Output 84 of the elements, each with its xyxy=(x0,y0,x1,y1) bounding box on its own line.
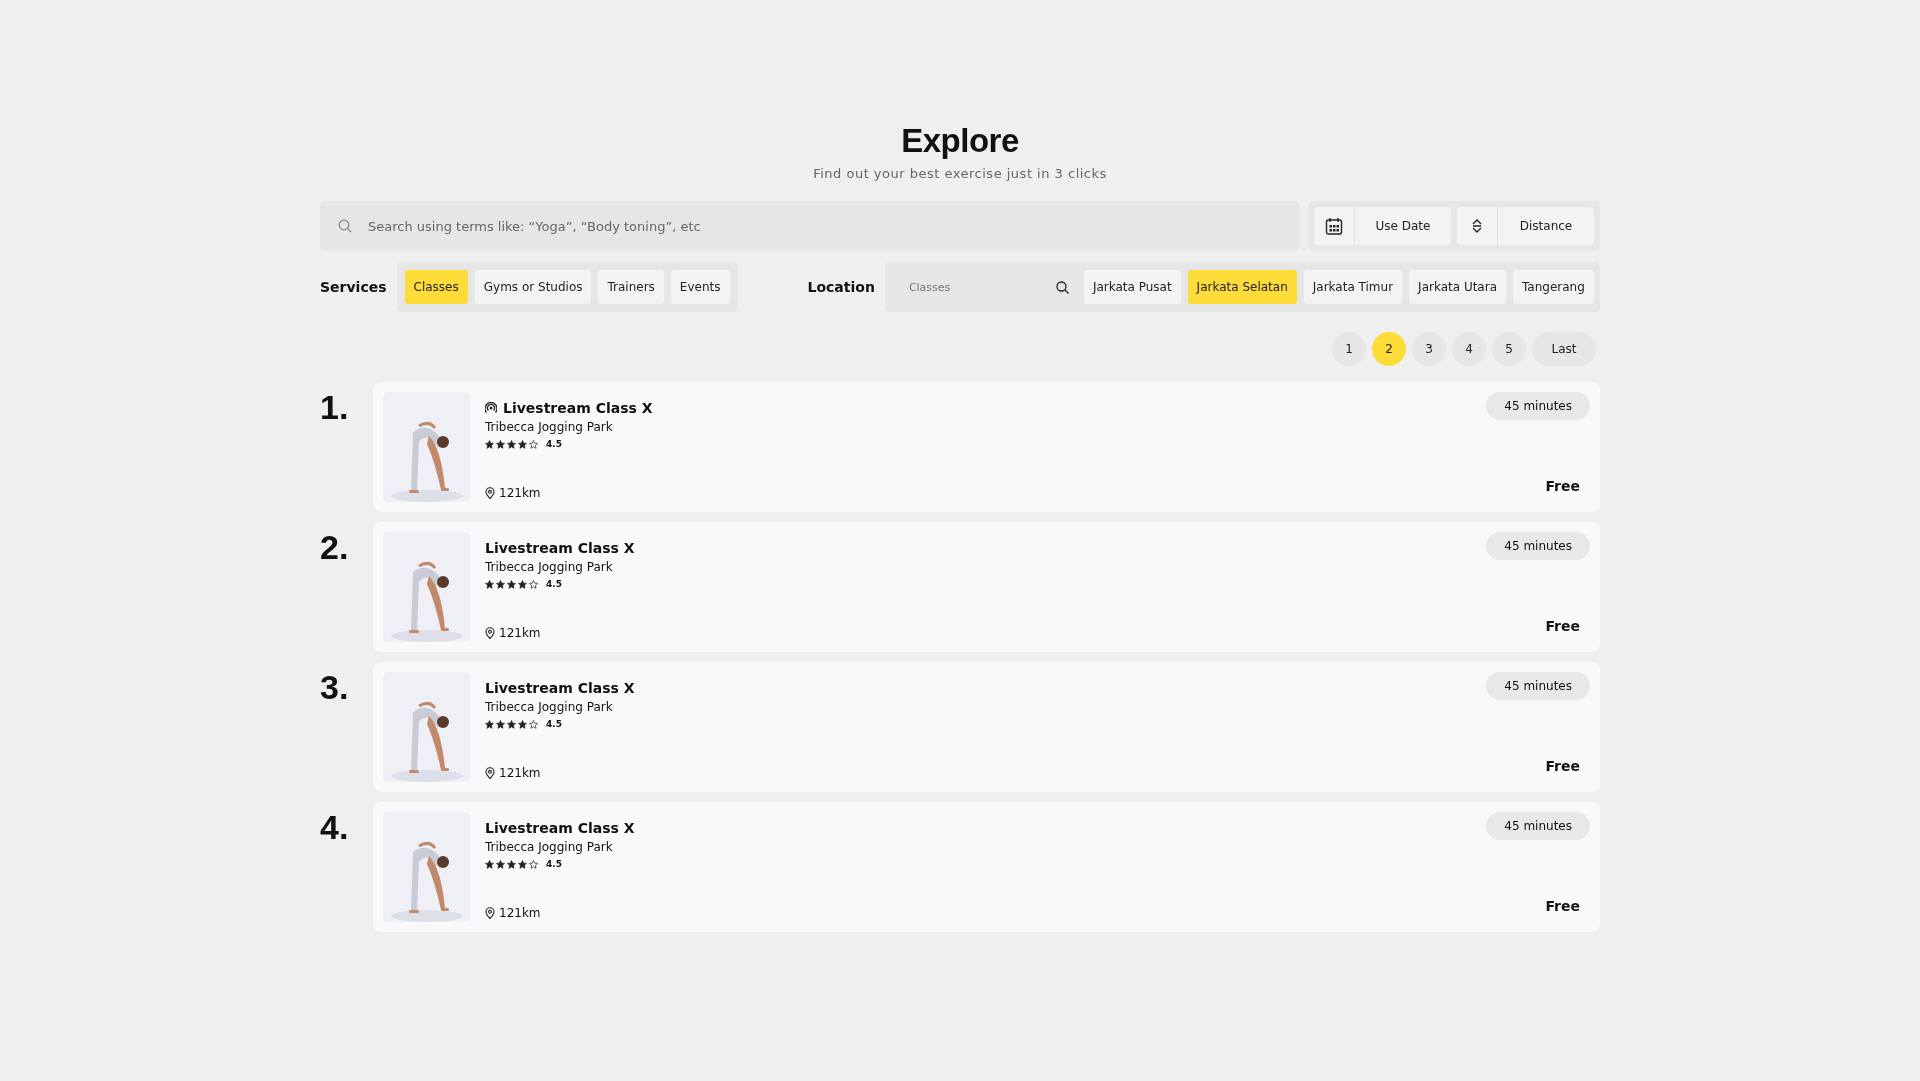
venue-name: Tribecca Jogging Park xyxy=(485,420,614,434)
price-text: Free xyxy=(1545,618,1580,634)
rank-number: 3. xyxy=(320,667,350,708)
rank-number: 1. xyxy=(320,387,350,428)
page-button[interactable]: 1 xyxy=(1332,332,1366,366)
star-icon xyxy=(496,859,505,869)
filter-chip[interactable]: Events xyxy=(670,270,730,304)
location-chip[interactable]: Jarkata Timur xyxy=(1303,270,1403,304)
location-pin-icon xyxy=(485,907,495,919)
star-icon xyxy=(485,579,494,589)
location-chip[interactable]: Jarkata Selatan xyxy=(1187,270,1297,304)
location-pin-icon xyxy=(485,767,495,779)
result-card[interactable]: Livestream Class X Tribecca Jogging Park 4.5 121km 45 minutes Free xyxy=(373,382,1600,512)
venue-name: Tribecca Jogging Park xyxy=(485,560,614,574)
location-chip[interactable]: Jarkata Utara xyxy=(1409,270,1506,304)
location-chip[interactable]: Tangerang xyxy=(1513,270,1594,304)
page-subtitle: Find out your best exercise just in 3 clicks xyxy=(813,166,1107,181)
services-label: Services xyxy=(320,279,387,295)
price-text: Free xyxy=(1545,478,1580,494)
star-icon xyxy=(485,439,494,449)
search-icon xyxy=(1055,280,1069,294)
star-icon xyxy=(529,579,538,589)
duration-badge: 45 minutes xyxy=(1486,672,1590,700)
price-text: Free xyxy=(1545,758,1580,774)
star-icon xyxy=(518,439,527,449)
result-card[interactable]: Livestream Class X Tribecca Jogging Park 4.5 121km 45 minutes Free xyxy=(373,662,1600,792)
rank-number: 2. xyxy=(320,527,350,568)
star-icon xyxy=(518,579,527,589)
class-title: Livestream Class X xyxy=(485,540,635,556)
location-label: Location xyxy=(807,279,875,295)
rating-value: 4.5 xyxy=(546,439,562,449)
star-icon xyxy=(496,719,505,729)
filter-chip[interactable]: Classes xyxy=(404,270,468,304)
star-icon xyxy=(496,439,505,449)
star-icon xyxy=(529,719,538,729)
star-icon xyxy=(529,859,538,869)
distance-text: 121km xyxy=(499,766,541,780)
star-icon xyxy=(507,439,516,449)
page-button[interactable]: Last xyxy=(1532,332,1596,366)
venue-name: Tribecca Jogging Park xyxy=(485,700,614,714)
search-bar[interactable]: Search using terms like: “Yoga”, “Body toning”, etc xyxy=(320,201,1300,251)
rating-value: 4.5 xyxy=(546,579,562,589)
search-icon xyxy=(338,219,352,233)
rating-value: 4.5 xyxy=(546,859,562,869)
duration-badge: 45 minutes xyxy=(1486,392,1590,420)
page-title: Explore xyxy=(901,122,1019,160)
result-card[interactable]: Livestream Class X Tribecca Jogging Park 4.5 121km 45 minutes Free xyxy=(373,802,1600,932)
distance-text: 121km xyxy=(499,486,541,500)
calendar-icon xyxy=(1325,217,1343,235)
star-icon xyxy=(529,439,538,449)
star-icon xyxy=(507,719,516,729)
page-button[interactable]: 5 xyxy=(1492,332,1526,366)
star-icon xyxy=(485,859,494,869)
search-field[interactable]: Search using terms like: “Yoga”, “Body toning”, etc xyxy=(366,217,1282,235)
venue-name: Tribecca Jogging Park xyxy=(485,840,614,854)
rank-number: 4. xyxy=(320,807,350,848)
star-icon xyxy=(507,859,516,869)
location-pin-icon xyxy=(485,487,495,499)
distance-text: 121km xyxy=(499,626,541,640)
class-title: Livestream Class X xyxy=(485,820,635,836)
duration-badge: 45 minutes xyxy=(1486,532,1590,560)
star-icon xyxy=(518,859,527,869)
location-pin-icon xyxy=(485,627,495,639)
filter-chip[interactable]: Trainers xyxy=(598,270,664,304)
price-text: Free xyxy=(1545,898,1580,914)
filter-chip[interactable]: Gyms or Studios xyxy=(474,270,592,304)
class-title: Livestream Class X xyxy=(485,680,635,696)
page-button[interactable]: 3 xyxy=(1412,332,1446,366)
class-title: Livestream Class X xyxy=(503,400,653,416)
result-card[interactable]: Livestream Class X Tribecca Jogging Park 4.5 121km 45 minutes Free xyxy=(373,522,1600,652)
date-button[interactable]: Use Date xyxy=(1314,207,1451,245)
location-field[interactable]: Classes xyxy=(906,271,1056,303)
sort-icon xyxy=(1471,218,1483,234)
star-icon xyxy=(518,719,527,729)
sort-button[interactable]: Distance xyxy=(1457,207,1594,245)
star-icon xyxy=(496,579,505,589)
rating-value: 4.5 xyxy=(546,719,562,729)
star-icon xyxy=(507,579,516,589)
duration-badge: 45 minutes xyxy=(1486,812,1590,840)
star-icon xyxy=(485,719,494,729)
page-button[interactable]: 2 xyxy=(1372,332,1406,366)
location-chip[interactable]: Jarkata Pusat xyxy=(1083,270,1181,304)
page-button[interactable]: 4 xyxy=(1452,332,1486,366)
distance-text: 121km xyxy=(499,906,541,920)
